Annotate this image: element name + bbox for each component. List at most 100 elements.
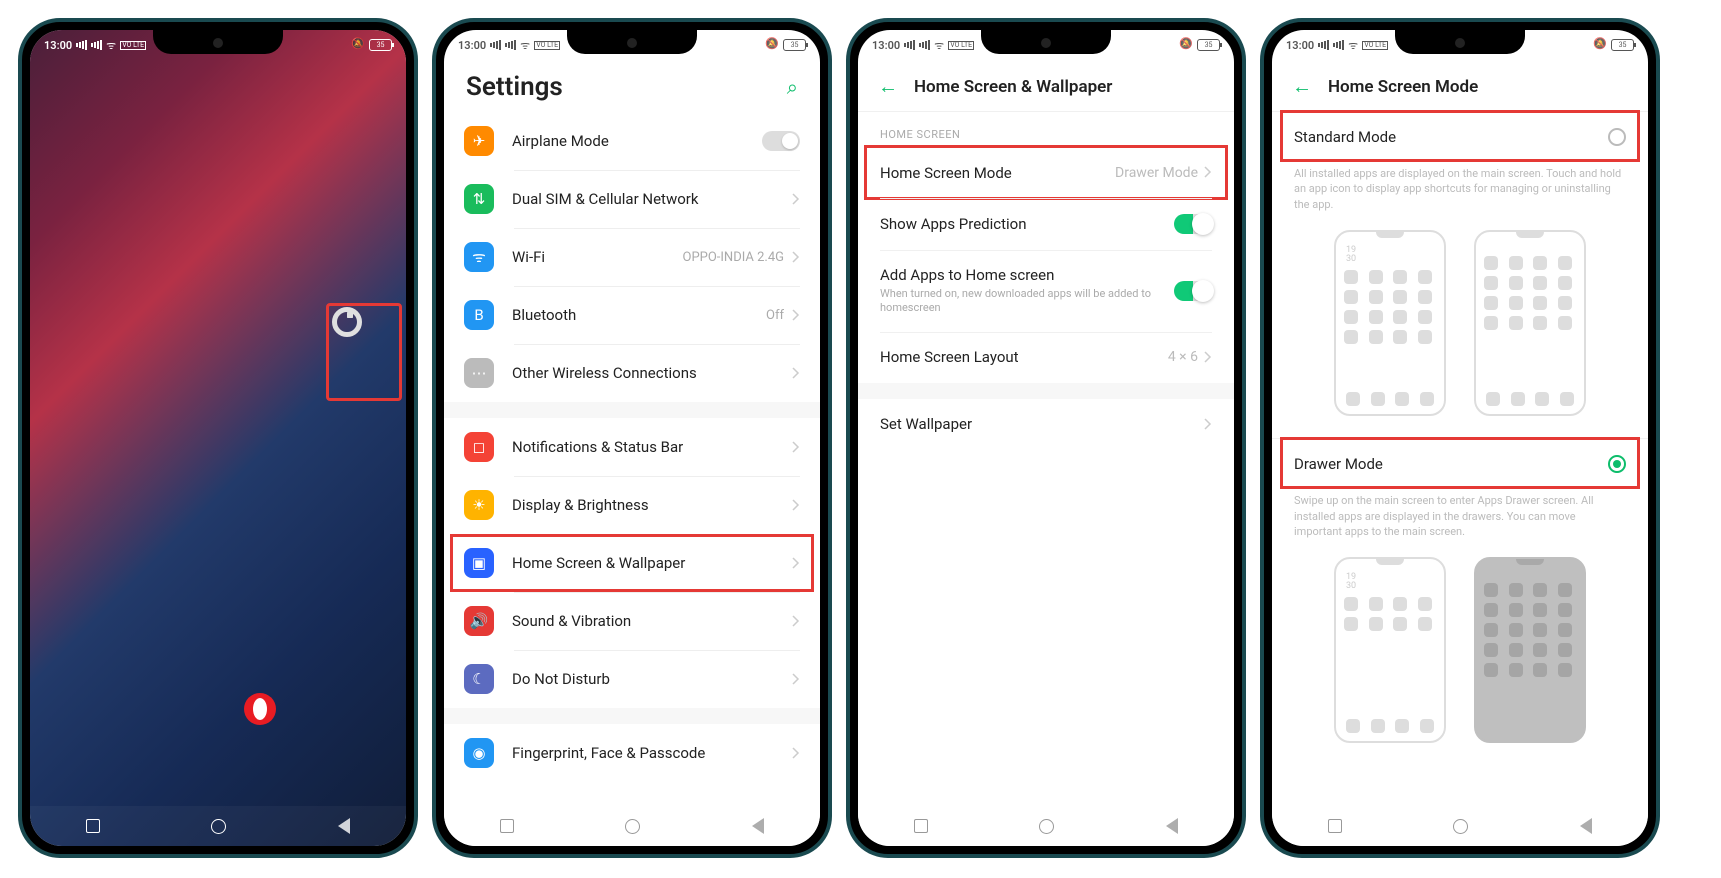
section-label: HOME SCREEN [858, 112, 1234, 147]
settings-item[interactable]: ☾ Do Not Disturb [444, 650, 820, 708]
chevron-right-icon [792, 495, 800, 516]
signal-icon-2 [505, 40, 516, 50]
item-icon: ☾ [464, 664, 494, 694]
settings-item[interactable]: ⇅Dual SIM & Cellular Network [444, 170, 820, 228]
toggle-on-icon[interactable] [1174, 214, 1212, 234]
item-icon: ✈ [464, 126, 494, 156]
item-label: Wi-Fi [512, 248, 677, 266]
phone-1: 13:00 ᯤ VO LTE 35 13:00 Fri, May 31 Sunn… [18, 18, 418, 858]
preview-second [1474, 230, 1586, 416]
settings-item[interactable]: ▣Home Screen & Wallpaper [444, 534, 820, 592]
nav-recent[interactable] [1328, 819, 1342, 833]
dnd-icon [1593, 38, 1607, 52]
wifi-icon: ᯤ [520, 38, 530, 53]
hsw-screen: 13:00 ᯤ VO LTE 35 ← Home Screen & Wallpa… [858, 30, 1234, 846]
settings-item[interactable]: ✈Airplane Mode [444, 112, 820, 170]
nav-home[interactable] [211, 819, 226, 834]
settings-list: ✈Airplane Mode⇅Dual SIM & Cellular Netwo… [444, 112, 820, 832]
status-time: 13:00 [44, 39, 72, 52]
chevron-right-icon [792, 611, 800, 632]
highlight-item [450, 534, 814, 592]
nav-home[interactable] [1039, 819, 1054, 834]
chevron-right-icon [792, 743, 800, 764]
volte-icon: VO LTE [120, 41, 146, 50]
mode-screen: 13:00 ᯤ VO LTE 35 ← Home Screen Mode Sta… [1272, 30, 1648, 846]
toggle-off-icon[interactable] [762, 131, 800, 151]
row-value: 4 × 6 [1168, 349, 1198, 365]
nav-bar [30, 806, 406, 846]
preview-main: 1930 [1334, 557, 1446, 743]
nav-recent[interactable] [500, 819, 514, 833]
settings-screen: 13:00 ᯤ VO LTE 35 Settings ⌕ ✈Airplane M… [444, 30, 820, 846]
hsw-row[interactable]: Home Screen Layout4 × 6 [858, 332, 1234, 383]
settings-item[interactable]: ᯤ Wi-Fi OPPO-INDIA 2.4G [444, 228, 820, 286]
signal-icon [490, 40, 501, 50]
home-screen: 13:00 ᯤ VO LTE 35 13:00 Fri, May 31 Sunn… [30, 30, 406, 846]
nav-recent[interactable] [86, 819, 100, 833]
toggle-on-icon[interactable] [1174, 281, 1212, 301]
item-icon: ☀ [464, 490, 494, 520]
battery-icon: 35 [369, 39, 392, 51]
hsw-row[interactable]: Set Wallpaper [858, 399, 1234, 450]
row-sub: When turned on, new downloaded apps will… [880, 287, 1174, 316]
settings-item[interactable]: ☀Display & Brightness [444, 476, 820, 534]
hsw-list: Home Screen ModeDrawer Mode Show Apps Pre… [858, 147, 1234, 450]
nav-bar [858, 806, 1234, 846]
settings-item[interactable]: ◻ Notifications & Status Bar [444, 418, 820, 476]
nav-back[interactable] [338, 818, 350, 834]
hsw-row[interactable]: Add Apps to Home screenWhen turned on, n… [858, 250, 1234, 332]
row-label: Home Screen Layout [880, 348, 1168, 366]
item-icon: ᯤ [464, 242, 494, 272]
nav-recent[interactable] [914, 819, 928, 833]
settings-item[interactable]: B Bluetooth Off [444, 286, 820, 344]
phone-3: 13:00 ᯤ VO LTE 35 ← Home Screen & Wallpa… [846, 18, 1246, 858]
drawer-preview: 1930 [1272, 551, 1648, 765]
chevron-right-icon [792, 247, 800, 268]
wifi-icon: ᯤ [934, 38, 944, 53]
signal-icon [904, 40, 915, 50]
page-title: Home Screen Mode [1328, 77, 1478, 97]
settings-item[interactable]: ◉Fingerprint, Face & Passcode [444, 724, 820, 782]
item-icon: 🔊 [464, 606, 494, 636]
chevron-right-icon [792, 189, 800, 210]
chevron-right-icon [792, 363, 800, 384]
nav-back[interactable] [1580, 818, 1592, 834]
item-icon: ⇅ [464, 184, 494, 214]
chevron-right-icon [792, 305, 800, 326]
chevron-right-icon [792, 669, 800, 690]
item-label: Do Not Disturb [512, 670, 784, 688]
row-label: Show Apps Prediction [880, 215, 1174, 233]
nav-bar [1272, 806, 1648, 846]
item-label: Bluetooth [512, 306, 760, 324]
dnd-icon [1179, 38, 1193, 52]
nav-home[interactable] [1453, 819, 1468, 834]
nav-back[interactable] [1166, 818, 1178, 834]
item-value: Off [766, 308, 784, 323]
chevron-right-icon [792, 437, 800, 458]
settings-item[interactable]: ⋯Other Wireless Connections [444, 344, 820, 402]
item-icon: ⋯ [464, 358, 494, 388]
back-button[interactable]: ← [1292, 74, 1312, 99]
item-icon: B [464, 300, 494, 330]
item-value: OPPO-INDIA 2.4G [683, 250, 784, 265]
row-label: Set Wallpaper [880, 415, 1204, 433]
item-icon: ◻ [464, 432, 494, 462]
wifi-icon: ᯤ [106, 38, 116, 53]
hsw-row[interactable]: Show Apps Prediction [858, 198, 1234, 250]
preview-drawer [1474, 557, 1586, 743]
page-title: Home Screen & Wallpaper [914, 77, 1112, 97]
highlight-drawer [1280, 437, 1640, 489]
settings-item[interactable]: 🔊Sound & Vibration [444, 592, 820, 650]
search-icon[interactable]: ⌕ [787, 75, 798, 99]
highlight-settings [326, 303, 402, 401]
hsw-row[interactable]: Home Screen ModeDrawer Mode [858, 147, 1234, 198]
row-label: Add Apps to Home screenWhen turned on, n… [880, 266, 1174, 316]
signal-icon-2 [91, 40, 102, 50]
nav-back[interactable] [752, 818, 764, 834]
wifi-icon: ᯤ [1348, 38, 1358, 53]
nav-home[interactable] [625, 819, 640, 834]
phone-4: 13:00 ᯤ VO LTE 35 ← Home Screen Mode Sta… [1260, 18, 1660, 858]
back-button[interactable]: ← [878, 74, 898, 99]
item-label: Notifications & Status Bar [512, 438, 784, 456]
standard-mode-desc: All installed apps are displayed on the … [1272, 162, 1648, 224]
